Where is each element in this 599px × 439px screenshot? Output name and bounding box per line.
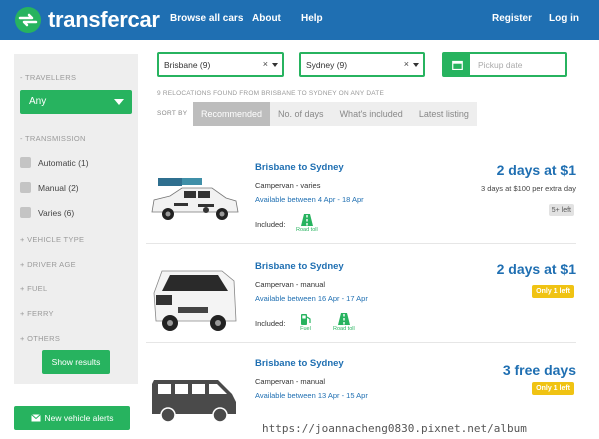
fuel-heading[interactable]: + FUEL (20, 284, 47, 293)
included-road-toll: Road toll (296, 214, 318, 233)
sort-tabs: Recommended No. of days What's included … (193, 102, 477, 126)
listing-extra-days: 3 days at $100 per extra day (480, 184, 576, 193)
checkbox[interactable] (20, 207, 31, 218)
availability-badge: Only 1 left (532, 382, 574, 395)
listing-price: 3 free days (502, 362, 576, 378)
transfercar-logo[interactable]: transfercar (14, 6, 160, 34)
transmission-option-manual[interactable]: Manual (2) (20, 182, 79, 193)
ferry-heading[interactable]: + FERRY (20, 309, 54, 318)
transmission-option-automatic[interactable]: Automatic (1) (20, 157, 89, 168)
brand-name: transfercar (48, 7, 160, 32)
listing-availability: Available between 16 Apr - 17 Apr (255, 294, 368, 303)
listing-divider (146, 342, 576, 343)
campervan-image (153, 270, 237, 331)
included-label: Included: (255, 319, 286, 328)
listing-vehicle-type: Campervan - manual (255, 280, 326, 289)
listing-availability: Available between 4 Apr - 18 Apr (255, 195, 364, 204)
listing-route-link[interactable]: Brisbane to Sydney (255, 261, 344, 272)
included-label: Included: (255, 220, 286, 229)
sort-latest-listing[interactable]: Latest listing (411, 102, 477, 126)
checkbox-label: Varies (6) (38, 207, 75, 218)
driver-age-heading[interactable]: + DRIVER AGE (20, 260, 76, 269)
clear-origin-icon[interactable]: × (263, 59, 268, 69)
listing-divider (146, 243, 576, 244)
road-toll-icon (300, 214, 313, 226)
chevron-down-icon (272, 63, 278, 67)
new-vehicle-alerts-button[interactable]: New vehicle alerts (14, 406, 130, 430)
origin-value: Brisbane (9) (164, 60, 211, 70)
listing-route-link[interactable]: Brisbane to Sydney (255, 162, 344, 173)
new-vehicle-alerts-label: New vehicle alerts (44, 413, 114, 423)
show-results-button[interactable]: Show results (42, 350, 110, 374)
transfercar-logo-icon (15, 7, 41, 33)
fuel-caption: Fuel (300, 326, 311, 332)
results-summary: 9 RELOCATIONS FOUND FROM BRISBANE TO SYD… (157, 90, 384, 97)
watermark: https://joannacheng0830.pixnet.net/album (262, 422, 527, 435)
clear-destination-icon[interactable]: × (404, 59, 409, 69)
transmission-option-varies[interactable]: Varies (6) (20, 207, 74, 218)
checkbox[interactable] (20, 182, 31, 193)
road-toll-caption: Road toll (333, 326, 355, 332)
sort-number-of-days[interactable]: No. of days (270, 102, 332, 126)
listing-route-link[interactable]: Brisbane to Sydney (255, 358, 344, 369)
travellers-value: Any (29, 96, 47, 107)
listing-vehicle-type: Campervan - varies (255, 181, 321, 190)
travellers-select[interactable]: Any (20, 90, 132, 114)
nav-register[interactable]: Register (492, 13, 532, 24)
chevron-down-icon (114, 99, 124, 105)
fuel-pump-icon (301, 314, 311, 325)
nav-help[interactable]: Help (301, 13, 323, 24)
nav-browse-all-cars[interactable]: Browse all cars (170, 13, 243, 24)
listing-availability: Available between 13 Apr - 15 Apr (255, 391, 368, 400)
availability-badge: Only 1 left (532, 285, 574, 298)
sort-by-label: SORT BY (157, 110, 188, 117)
pickup-date-input[interactable]: Pickup date (442, 52, 567, 77)
destination-value: Sydney (9) (306, 60, 348, 70)
availability-badge: 5+ left (548, 204, 574, 216)
pickup-date-placeholder: Pickup date (478, 60, 523, 70)
nav-about[interactable]: About (252, 13, 281, 24)
included-road-toll: Road toll (333, 313, 355, 332)
travellers-heading[interactable]: - TRAVELLERS (20, 73, 76, 82)
included-fuel: Fuel (300, 313, 311, 332)
transmission-heading[interactable]: - TRANSMISSION (20, 134, 86, 143)
envelope-icon (30, 414, 41, 422)
listing-vehicle-type: Campervan - manual (255, 377, 326, 386)
checkbox-label: Manual (2) (38, 182, 79, 193)
top-navbar: transfercar Browse all cars About Help R… (0, 0, 599, 40)
checkbox-label: Automatic (1) (38, 157, 89, 168)
filter-sidebar: - TRAVELLERS Any - TRANSMISSION Automati… (14, 54, 138, 384)
nav-login[interactable]: Log in (549, 13, 579, 24)
listing-price: 2 days at $1 (496, 261, 576, 277)
listing-price: 2 days at $1 (496, 162, 576, 178)
road-toll-icon (337, 313, 350, 325)
chevron-down-icon (413, 63, 419, 67)
others-heading[interactable]: + OTHERS (20, 334, 60, 343)
vehicle-type-heading[interactable]: + VEHICLE TYPE (20, 235, 84, 244)
road-toll-caption: Road toll (296, 227, 318, 233)
origin-select[interactable]: Brisbane (9) × (157, 52, 284, 77)
checkbox[interactable] (20, 157, 31, 168)
destination-select[interactable]: Sydney (9) × (299, 52, 425, 77)
van-silhouette-image (152, 380, 236, 423)
calendar-icon[interactable] (444, 54, 470, 75)
sort-recommended[interactable]: Recommended (193, 102, 271, 126)
campervan-car-image (151, 178, 239, 220)
sort-whats-included[interactable]: What's included (332, 102, 411, 126)
